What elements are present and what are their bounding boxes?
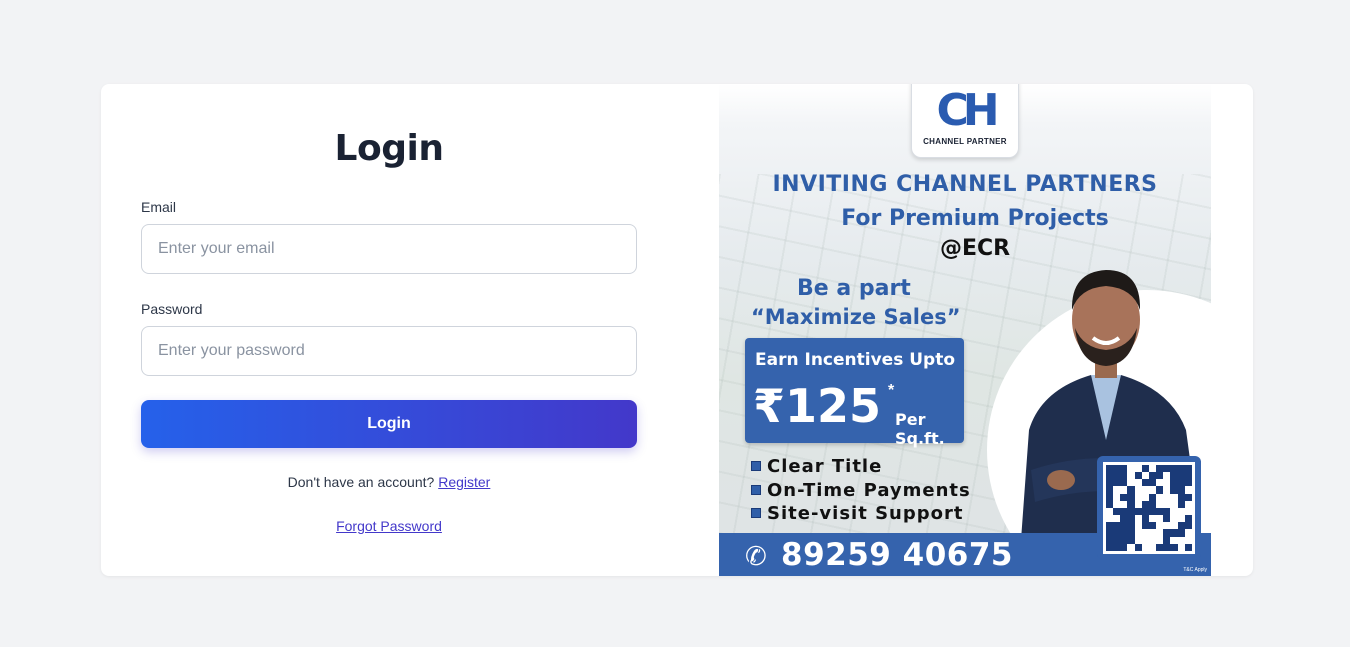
incentive-unit: Per Sq.ft. bbox=[895, 410, 945, 448]
logo-mark: CH bbox=[936, 85, 999, 136]
feature-item: Clear Title bbox=[751, 456, 882, 477]
forgot-password-row: Forgot Password bbox=[141, 518, 637, 534]
bullet-icon bbox=[751, 461, 761, 471]
promo-tagline-1: Be a part bbox=[797, 276, 911, 301]
phone-icon: ✆ bbox=[745, 541, 767, 571]
terms-note: T&C Apply bbox=[1183, 567, 1207, 573]
logo-subtitle: CHANNEL PARTNER bbox=[923, 137, 1007, 146]
phone-number: 89259 40675 bbox=[781, 537, 1013, 573]
incentive-badge: Earn Incentives Upto ₹125 * Per Sq.ft. bbox=[745, 338, 964, 448]
promo-banner: CH CHANNEL PARTNER INVITING CHANNEL PART… bbox=[719, 84, 1211, 576]
incentive-asterisk: * bbox=[888, 382, 895, 399]
login-button[interactable]: Login bbox=[141, 400, 637, 448]
incentive-amount: ₹125 bbox=[753, 379, 882, 433]
bullet-icon bbox=[751, 508, 761, 518]
qr-code-pattern bbox=[1103, 462, 1195, 554]
login-card: Login Email Password Login Don't have an… bbox=[101, 84, 1253, 576]
qr-code-icon bbox=[1097, 456, 1201, 560]
password-label: Password bbox=[141, 301, 203, 317]
feature-label: Site-visit Support bbox=[767, 503, 964, 524]
bullet-icon bbox=[751, 485, 761, 495]
feature-item: Site-visit Support bbox=[751, 503, 963, 524]
login-form: Login Email Password Login Don't have an… bbox=[141, 84, 637, 576]
promo-tagline-2: “Maximize Sales” bbox=[751, 305, 961, 329]
register-prompt: Don't have an account? Register bbox=[141, 474, 637, 490]
feature-label: Clear Title bbox=[767, 456, 883, 477]
incentive-prefix: Earn Incentives Upto bbox=[755, 350, 956, 370]
email-label: Email bbox=[141, 199, 177, 215]
promo-heading: INVITING CHANNEL PARTNERS bbox=[772, 172, 1158, 197]
register-prompt-text: Don't have an account? bbox=[287, 474, 435, 490]
forgot-password-link[interactable]: Forgot Password bbox=[336, 518, 442, 534]
email-field[interactable] bbox=[141, 224, 637, 274]
register-link[interactable]: Register bbox=[438, 474, 490, 490]
page-title: Login bbox=[334, 128, 444, 169]
password-field[interactable] bbox=[141, 326, 637, 376]
promo-subheading: For Premium Projects bbox=[841, 206, 1109, 231]
feature-label: On-Time Payments bbox=[767, 480, 971, 501]
brand-logo: CH CHANNEL PARTNER bbox=[911, 84, 1019, 158]
feature-item: On-Time Payments bbox=[751, 480, 971, 501]
